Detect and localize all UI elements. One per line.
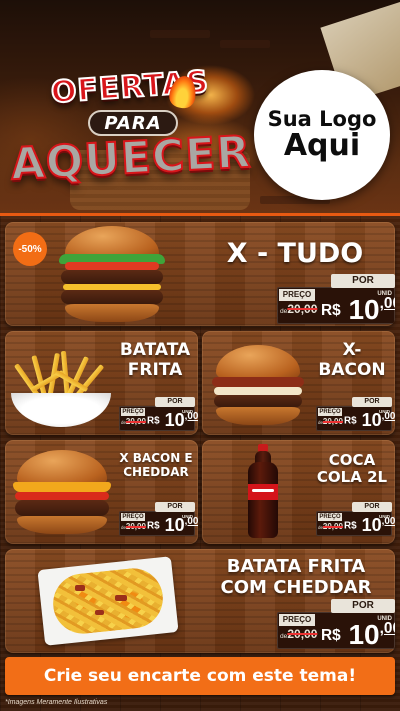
soda-bottle-image	[246, 444, 280, 540]
preco-label: PREÇO	[121, 408, 145, 416]
brick-decoration	[150, 30, 210, 38]
hero-banner: OFERTAS PARA AQUECER Sua Logo Aqui	[0, 0, 400, 215]
product-card-x-tudo[interactable]: -50% X - TUDO POR PREÇO de20,00 R$ 10,00…	[5, 222, 395, 326]
burger-image	[53, 224, 171, 324]
preco-label: PREÇO	[121, 513, 145, 521]
price-tag: POR PREÇO de20,00 R$ 10,00 UNID	[316, 397, 395, 431]
burger-image	[208, 341, 308, 431]
preco-label: PREÇO	[279, 614, 315, 626]
unit-label: UNID	[379, 514, 390, 519]
product-card-batata-cheddar[interactable]: BATATA FRITA COM CHEDDAR POR PREÇO de20,…	[5, 549, 395, 653]
unit-label: UNID	[377, 291, 392, 297]
unit-label: UNID	[182, 409, 193, 414]
create-flyer-button[interactable]: Crie seu encarte com este tema!	[5, 657, 395, 695]
logo-line-2: Aqui	[283, 128, 361, 164]
burger-image	[9, 446, 115, 540]
price-tag: POR PREÇO de20,00 R$ 10,00 UNID	[277, 599, 395, 650]
discount-badge: -50%	[13, 232, 47, 266]
cheddar-fries-image	[35, 555, 181, 647]
fries-image	[7, 349, 117, 431]
old-price: de20,00	[318, 522, 343, 531]
price-tag: POR PREÇO de20,00 R$ 10,00 UNID	[277, 274, 395, 325]
price-tag: POR PREÇO de20,00 R$ 10,00 UNID	[119, 502, 198, 536]
product-card-x-bacon-cheddar[interactable]: X BACON E CHEDDAR POR PREÇO de20,00 R$ 1…	[5, 440, 198, 544]
preco-label: PREÇO	[318, 408, 342, 416]
product-card-x-bacon[interactable]: X-BACON POR PREÇO de20,00 R$ 10,00 UNID	[202, 331, 395, 435]
preco-label: PREÇO	[318, 513, 342, 521]
old-price: de20,00	[121, 417, 146, 426]
preco-label: PREÇO	[279, 289, 315, 301]
product-card-coca-cola[interactable]: COCA COLA 2L POR PREÇO de20,00 R$ 10,00 …	[202, 440, 395, 544]
unit-label: UNID	[182, 514, 193, 519]
old-price: de20,00	[121, 522, 146, 531]
product-name: COCA COLA 2L	[316, 451, 388, 487]
unit-label: UNID	[377, 616, 392, 622]
old-price: de20,00	[280, 302, 318, 316]
price-tag: POR PREÇO de20,00 R$ 10,00 UNID	[316, 502, 395, 536]
brick-decoration	[220, 40, 270, 48]
product-card-batata-frita[interactable]: BATATA FRITA POR PREÇO de20,00 R$ 10,00 …	[5, 331, 198, 435]
product-name: BATATA FRITA	[119, 340, 191, 380]
disclaimer-text: *Imagens Meramente Ilustrativas	[5, 699, 108, 706]
product-name: BATATA FRITA COM CHEDDAR	[220, 556, 372, 598]
product-name: X BACON E CHEDDAR	[119, 451, 193, 479]
logo-placeholder[interactable]: Sua Logo Aqui	[254, 70, 390, 200]
old-price: de20,00	[280, 627, 318, 641]
logo-line-1: Sua Logo	[267, 107, 377, 132]
unit-label: UNID	[379, 409, 390, 414]
product-name: X-BACON	[318, 340, 386, 380]
old-price: de20,00	[318, 417, 343, 426]
price-tag: POR PREÇO de20,00 R$ 10,00 UNID	[119, 397, 198, 431]
product-name: X - TUDO	[226, 238, 364, 269]
